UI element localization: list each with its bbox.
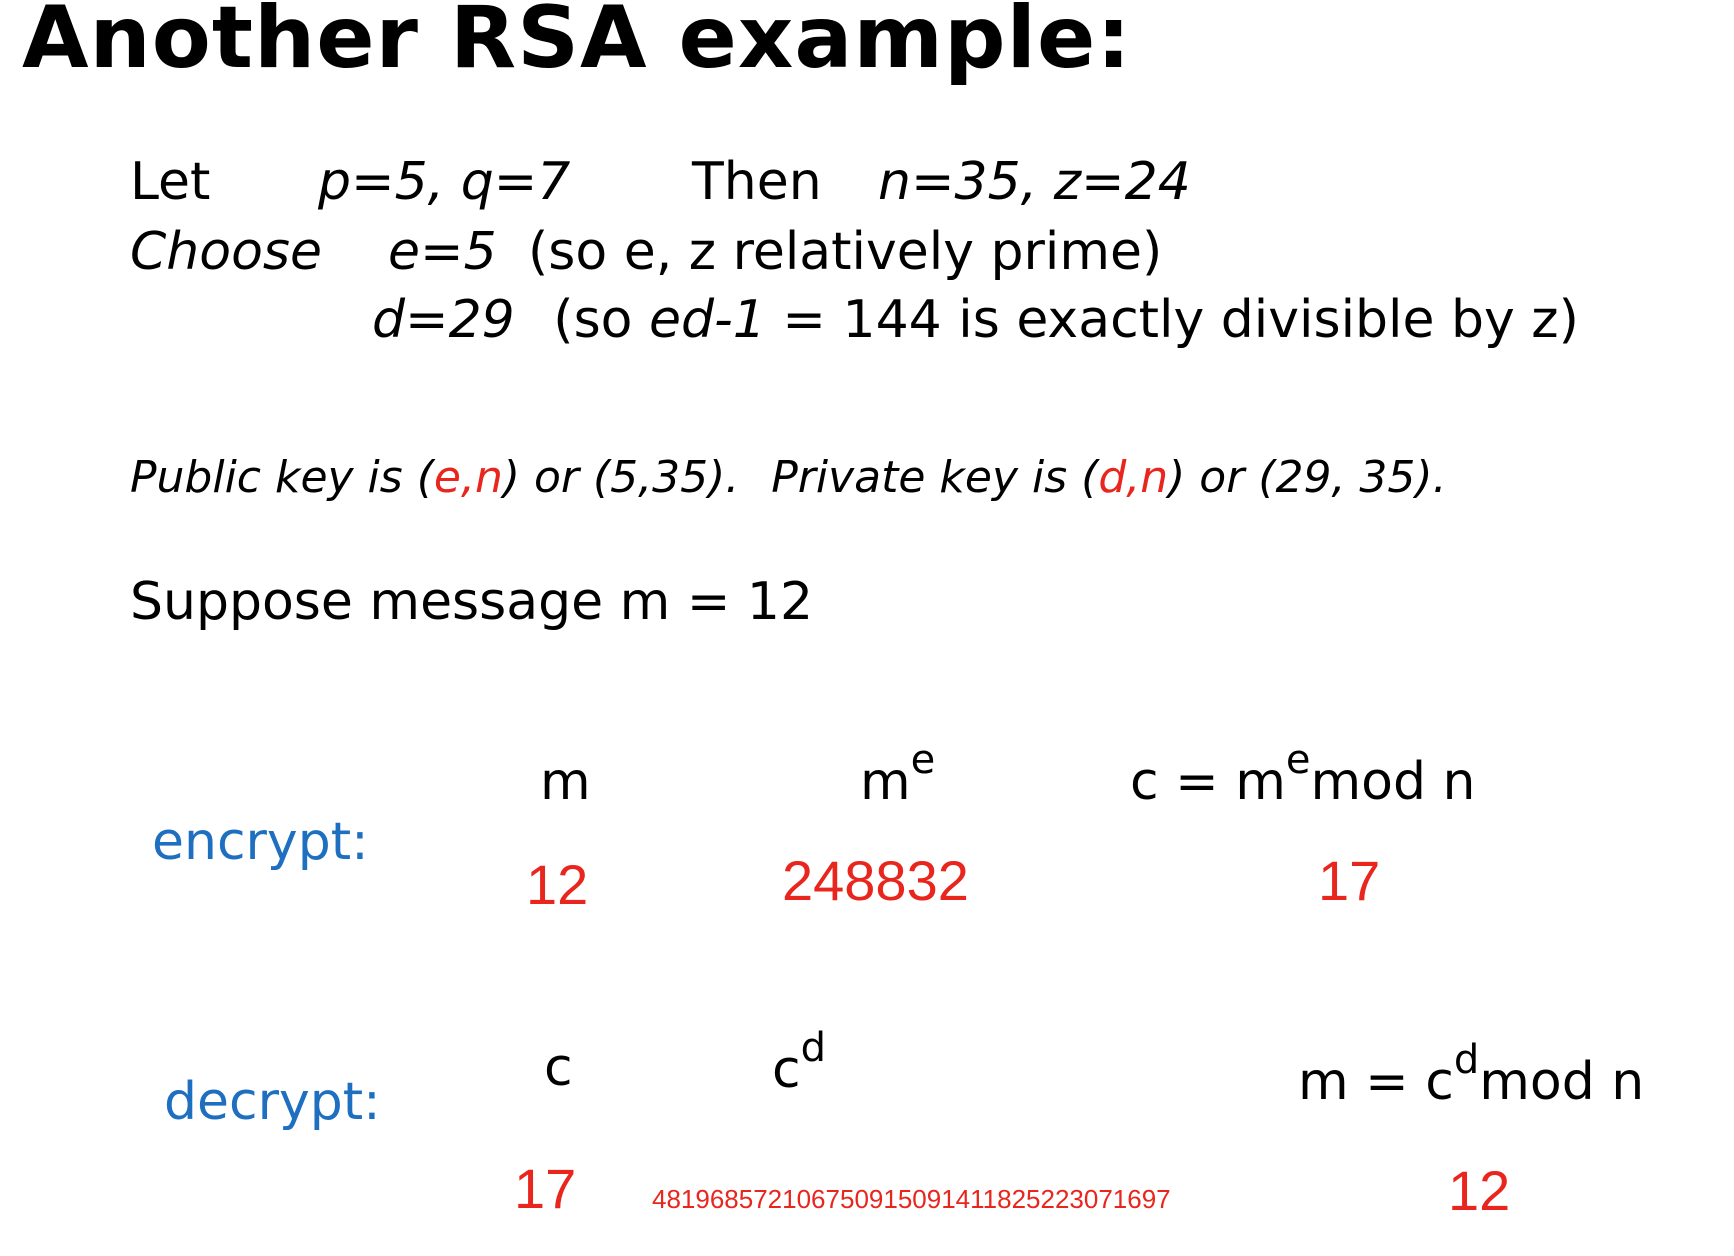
decrypt-header-formula: m = cdmod n [1298,1037,1645,1112]
public-key-comma: , [460,452,475,503]
public-key-e: e [433,452,461,503]
encrypt-header-exp-e: e [910,737,936,783]
encrypt-value-c: 17 [1318,849,1381,912]
e-value: e=5 [388,222,497,282]
encrypt-formula-exp: e [1285,737,1311,783]
choose-label: Choose [130,222,322,282]
d-value: d=29 [372,290,515,350]
slide-title: Another RSA example: [22,0,1132,88]
decrypt-header-exp-d: d [800,1025,826,1071]
public-key-suffix: ) or (5,35). [502,452,740,503]
encrypt-header-formula: c = memod n [1130,737,1476,812]
private-key-comma: , [1126,452,1141,503]
encrypt-header-m-base: m [860,752,911,812]
keys-line: Public key is (e,n) or (5,35). Private k… [130,452,1447,503]
decrypt-value-c: 17 [514,1157,577,1220]
encrypt-header-m-exp-e: me [860,737,935,812]
decrypt-label: decrypt: [164,1072,381,1132]
ed-expression: ed-1 [649,290,766,350]
encrypt-value-m-exp-e: 248832 [782,849,969,912]
let-label: Let [130,152,211,212]
d-line: d=29 (so ed-1 = 144 is exactly divisible… [372,290,1579,350]
then-label: Then [692,152,822,212]
decrypt-formula-post: mod n [1479,1052,1645,1112]
encrypt-formula-pre: c = m [1130,752,1286,812]
encrypt-formula-post: mod n [1310,752,1476,812]
public-key-prefix: Public key is ( [130,452,434,503]
decrypt-formula-pre: m = c [1298,1052,1454,1112]
d-note-rest: = 144 is exactly divisible by z) [782,290,1579,350]
decrypt-header-c-base: c [772,1040,801,1100]
decrypt-header-c: c [544,1038,573,1098]
encrypt-label: encrypt: [152,812,369,872]
decrypt-value-m: 12 [1448,1159,1511,1222]
encrypt-value-m: 12 [526,853,589,916]
pq-values: p=5, q=7 [318,152,571,212]
e-note: (so e, z relatively prime) [528,222,1163,282]
encrypt-header-m: m [540,752,591,812]
public-key-n: n [474,452,503,503]
decrypt-header-c-exp-d: cd [772,1025,826,1100]
private-key-prefix: Private key is ( [771,452,1099,503]
decrypt-formula-exp: d [1453,1037,1480,1083]
nz-values: n=35, z=24 [878,152,1191,212]
decrypt-value-c-exp-d: 481968572106750915091411825223071697 [652,1184,1171,1214]
d-note-open: (so [553,290,633,350]
private-key-suffix: ) or (29, 35). [1168,452,1447,503]
message-line: Suppose message m = 12 [130,572,814,632]
private-key-n: n [1140,452,1169,503]
private-key-d: d [1098,452,1127,503]
